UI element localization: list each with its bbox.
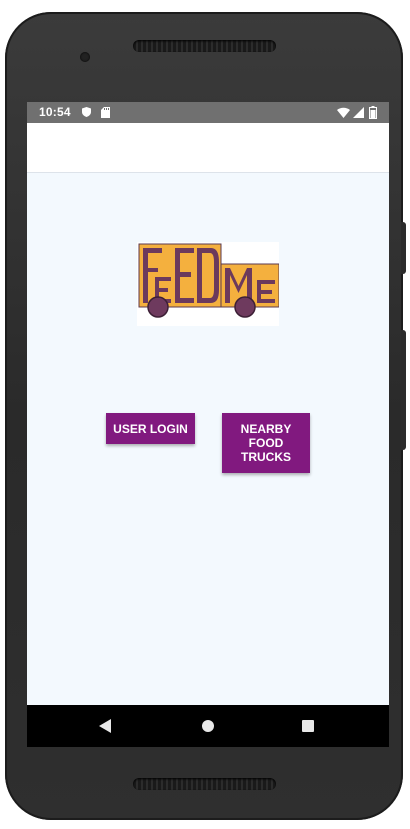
volume-button[interactable] <box>401 330 406 450</box>
shield-icon <box>82 107 91 117</box>
app-bar <box>27 123 389 173</box>
home-icon[interactable] <box>202 720 214 732</box>
user-login-button[interactable]: USER LOGIN <box>106 413 195 444</box>
feedme-logo <box>137 242 279 326</box>
top-speaker <box>133 40 276 52</box>
sd-card-icon <box>101 107 110 118</box>
phone-frame: 10:54 USER LOGIN NEARBY FOOD TRUCKS <box>5 12 403 820</box>
nearby-food-trucks-button[interactable]: NEARBY FOOD TRUCKS <box>222 413 310 473</box>
bottom-speaker <box>133 778 276 790</box>
status-time: 10:54 <box>39 105 71 119</box>
recents-icon[interactable] <box>302 720 314 732</box>
navigation-bar <box>27 705 389 747</box>
wifi-icon <box>337 107 350 118</box>
screen: 10:54 USER LOGIN NEARBY FOOD TRUCKS <box>27 102 389 747</box>
battery-icon <box>369 106 377 119</box>
signal-icon <box>353 107 364 118</box>
back-icon[interactable] <box>99 719 113 733</box>
power-button[interactable] <box>401 222 406 274</box>
front-camera <box>80 52 90 62</box>
status-bar: 10:54 <box>27 102 389 123</box>
